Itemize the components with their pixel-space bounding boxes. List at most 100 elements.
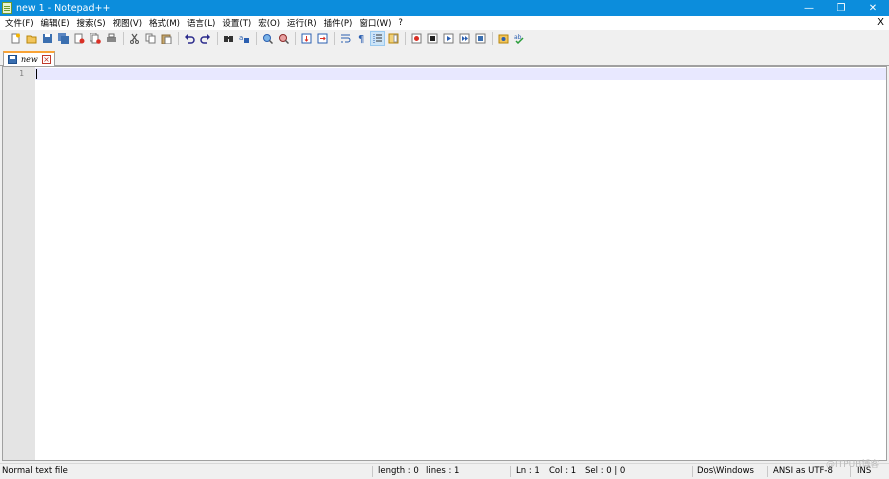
record-macro-button[interactable]: [409, 31, 424, 46]
menu-view[interactable]: 视图(V): [111, 17, 147, 29]
menu-edit[interactable]: 编辑(E): [39, 17, 75, 29]
close-button[interactable]: ✕: [857, 0, 889, 16]
run-macro-multiple-button[interactable]: [457, 31, 472, 46]
menu-file[interactable]: 文件(F): [3, 17, 39, 29]
find-button[interactable]: [221, 31, 236, 46]
status-file-type: Normal text file: [2, 466, 68, 476]
status-divider: [692, 466, 693, 477]
launch-browser-button[interactable]: [496, 31, 511, 46]
find-icon: [224, 36, 233, 42]
status-divider: [372, 466, 373, 477]
open-file-icon: [26, 35, 37, 44]
notepad-app-icon: [2, 2, 12, 14]
show-all-characters-button[interactable]: ¶: [354, 31, 369, 46]
title-bar: new 1 - Notepad++ — ❐ ✕: [0, 0, 889, 16]
replace-icon: a: [239, 34, 249, 43]
zoom-out-icon: [279, 34, 289, 44]
tab-label: new: [21, 55, 38, 64]
launch-browser-icon: [498, 34, 509, 44]
save-icon: [43, 34, 52, 43]
spell-check-button[interactable]: ab: [512, 31, 527, 46]
menu-macro[interactable]: 宏(O): [256, 17, 285, 29]
zoom-in-button[interactable]: [260, 31, 275, 46]
word-wrap-icon: [341, 34, 351, 43]
new-file-icon: [11, 33, 20, 44]
status-eol-format[interactable]: Dos\Windows: [697, 466, 754, 476]
stop-recording-button[interactable]: [425, 31, 440, 46]
sync-horizontal-icon: [317, 33, 328, 44]
window-title: new 1 - Notepad++: [16, 2, 111, 14]
menu-settings[interactable]: 设置(T): [220, 17, 256, 29]
menu-bar: 文件(F) 编辑(E) 搜索(S) 视图(V) 格式(M) 语言(L) 设置(T…: [0, 16, 889, 30]
menu-plugins[interactable]: 插件(P): [322, 17, 358, 29]
indent-guide-button[interactable]: [370, 31, 385, 46]
undo-button[interactable]: [182, 31, 197, 46]
restore-button[interactable]: ❐: [825, 0, 857, 16]
save-macro-button[interactable]: [473, 31, 488, 46]
new-file-button[interactable]: [8, 31, 23, 46]
document-map-button[interactable]: [386, 31, 401, 46]
word-wrap-button[interactable]: [338, 31, 353, 46]
replace-button[interactable]: a: [237, 31, 252, 46]
toolbar-separator: [217, 32, 218, 45]
paste-button[interactable]: [159, 31, 174, 46]
close-all-button[interactable]: [88, 31, 103, 46]
status-lines: lines : 1: [426, 466, 460, 476]
zoom-out-button[interactable]: [276, 31, 291, 46]
open-file-button[interactable]: [24, 31, 39, 46]
indent-guide-icon: [373, 34, 382, 43]
print-icon: [107, 33, 116, 42]
menu-search[interactable]: 搜索(S): [75, 17, 111, 29]
toolbar-separator: [178, 32, 179, 45]
text-caret: [36, 69, 37, 79]
editor-area[interactable]: 1: [2, 66, 887, 461]
svg-text:a: a: [239, 34, 243, 42]
status-length: length : 0: [378, 466, 419, 476]
print-button[interactable]: [104, 31, 119, 46]
menu-window[interactable]: 窗口(W): [357, 17, 396, 29]
redo-button[interactable]: [198, 31, 213, 46]
record-macro-icon: [411, 33, 422, 44]
close-file-icon: [74, 33, 85, 44]
close-file-button[interactable]: [72, 31, 87, 46]
save-all-button[interactable]: [56, 31, 71, 46]
save-macro-icon: [475, 33, 486, 44]
tab-bar: new ×: [0, 47, 889, 66]
status-encoding[interactable]: ANSI as UTF-8: [773, 466, 833, 476]
copy-icon: [145, 33, 156, 44]
menu-language[interactable]: 语言(L): [185, 17, 220, 29]
window-controls: — ❐ ✕: [793, 0, 889, 16]
menu-format[interactable]: 格式(M): [147, 17, 185, 29]
toolbar-separator: [295, 32, 296, 45]
tab-close-icon[interactable]: ×: [42, 55, 51, 64]
undo-icon: [185, 34, 195, 44]
cut-button[interactable]: [127, 31, 142, 46]
sync-horizontal-button[interactable]: [315, 31, 330, 46]
tab-new[interactable]: new ×: [3, 51, 55, 66]
stop-recording-icon: [427, 33, 438, 44]
watermark: @ITPUB博客: [826, 460, 880, 470]
saved-status-icon: [8, 55, 17, 64]
toolbar-separator: [334, 32, 335, 45]
toolbar: a ¶ ab: [0, 30, 889, 47]
cut-icon: [130, 33, 139, 44]
minimize-button[interactable]: —: [793, 0, 825, 16]
sync-vertical-button[interactable]: [299, 31, 314, 46]
menu-help[interactable]: ?: [396, 18, 408, 28]
toolbar-separator: [405, 32, 406, 45]
show-all-characters-icon: ¶: [358, 34, 364, 44]
status-divider: [510, 466, 511, 477]
save-button[interactable]: [40, 31, 55, 46]
document-map-icon: [388, 33, 399, 44]
current-line-highlight: [35, 68, 886, 80]
zoom-in-icon: [263, 34, 273, 44]
close-document-button[interactable]: X: [877, 16, 884, 30]
playback-macro-button[interactable]: [441, 31, 456, 46]
close-all-icon: [90, 33, 101, 44]
sync-vertical-icon: [301, 33, 312, 44]
line-number: 1: [19, 69, 24, 78]
redo-icon: [200, 34, 210, 44]
status-line-number: Ln : 1: [516, 466, 540, 476]
copy-button[interactable]: [143, 31, 158, 46]
menu-run[interactable]: 运行(R): [285, 17, 322, 29]
